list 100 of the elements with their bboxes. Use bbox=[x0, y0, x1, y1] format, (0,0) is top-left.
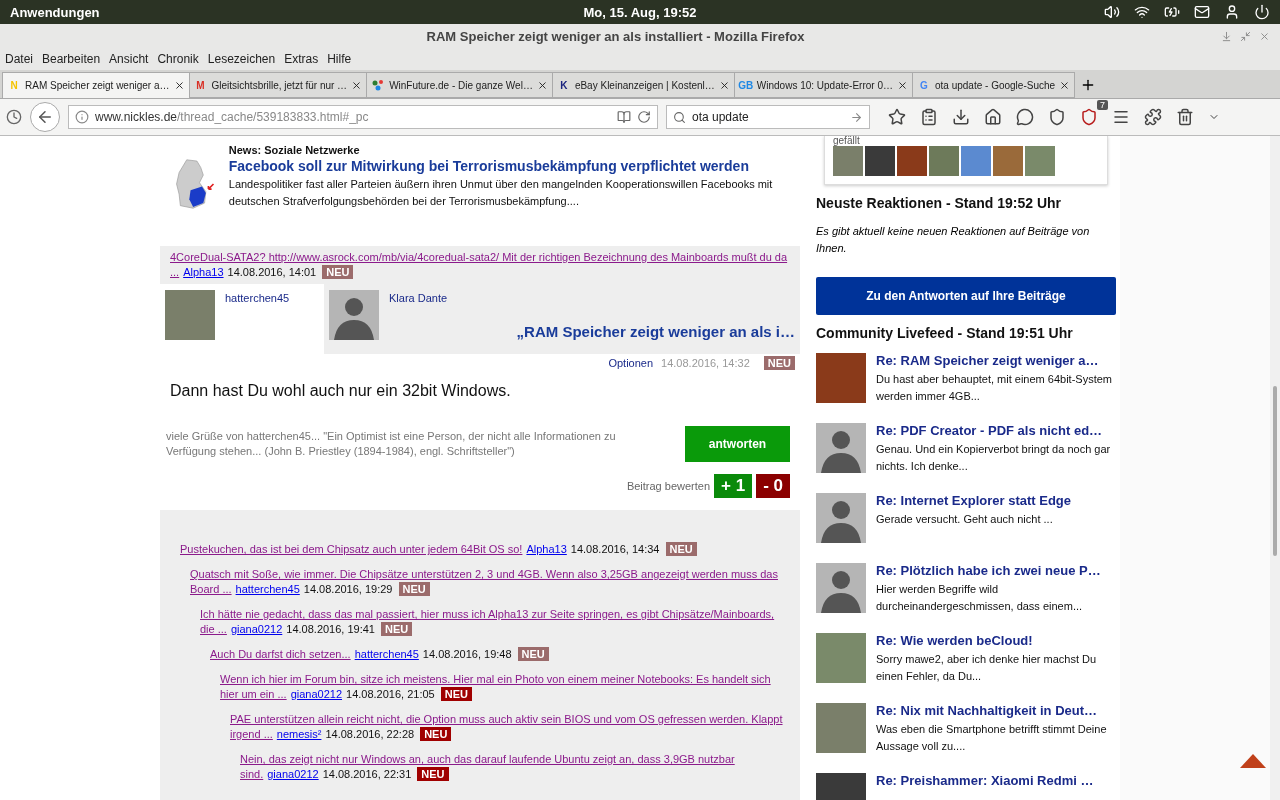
recipient-name[interactable]: Klara Dante bbox=[389, 292, 795, 304]
volume-icon[interactable] bbox=[1104, 4, 1120, 20]
post-title: „RAM Speicher zeigt weniger an als i… bbox=[516, 323, 795, 342]
downvote-button[interactable]: - 0 bbox=[756, 474, 790, 498]
power-icon[interactable] bbox=[1254, 4, 1270, 20]
menu-item[interactable]: Datei bbox=[5, 52, 33, 66]
avatar-silhouette-icon bbox=[816, 563, 866, 613]
menu-item[interactable]: Extras bbox=[284, 52, 319, 66]
shield-icon[interactable] bbox=[1048, 108, 1066, 126]
close-icon[interactable] bbox=[1059, 79, 1071, 91]
news-headline[interactable]: Facebook soll zur Mitwirkung bei Terrorismusbekämpfung verpflichtet werden bbox=[228, 158, 800, 174]
shield-icon[interactable] bbox=[1080, 108, 1098, 126]
photo-placeholder bbox=[865, 146, 895, 176]
url-text[interactable]: www.nickles.de/thread_cache/539183833.html#_pc bbox=[95, 110, 611, 124]
menu-item[interactable]: Lesezeichen bbox=[207, 52, 276, 66]
post-date: 14.08.2016, 14:32 bbox=[661, 357, 750, 369]
url-field[interactable]: www.nickles.de/thread_cache/539183833.html#_pc bbox=[68, 105, 658, 129]
reply-button[interactable]: antworten bbox=[685, 426, 790, 462]
photo-placeholder bbox=[1025, 146, 1055, 176]
favicon-icon: M bbox=[193, 78, 208, 92]
browser-tab[interactable]: WinFuture.de - Die ganze Wel… bbox=[366, 72, 553, 98]
author-link[interactable]: Alpha13 bbox=[526, 543, 567, 555]
author-link[interactable]: giana0212 bbox=[230, 623, 283, 635]
feed-title-link[interactable]: Re: Preishammer: Xiaomi Redmi … bbox=[876, 773, 1116, 788]
new-badge: NEU bbox=[440, 687, 472, 701]
thread-entry[interactable]: Ich hätte nie gedacht, dass das mal passiert, hier muss ich Alpha13 zur Seite springen, es gibt Chipsätze/Mainboards, die ... giana0212 14.08.2016, 19:41 NEU bbox=[200, 607, 790, 637]
download-arrow-icon[interactable] bbox=[1221, 30, 1232, 42]
menu-item[interactable]: Ansicht bbox=[109, 52, 149, 66]
thread-entry[interactable]: PAE unterstützen allein reicht nicht, die Option muss auch aktiv sein BIOS und vom OS gefressen werden. Klappt irgend ... nemesis² 14.08.2016, 22:28 NEU bbox=[230, 712, 790, 742]
answers-button[interactable]: Zu den Antworten auf Ihre Beiträge bbox=[816, 277, 1116, 315]
menu-item[interactable]: Hilfe bbox=[327, 52, 352, 66]
home-icon[interactable] bbox=[984, 108, 1002, 126]
thread-entry[interactable]: 4CoreDual-SATA2? http://www.asrock.com/mb/via/4coredual-sata2/ Mit der richtigen Bezeichnung des Mainboards mußt du da ... Alpha13 14.08.2016, 14:01 NEU bbox=[170, 250, 790, 280]
feed-title-link[interactable]: Re: Internet Explorer statt Edge bbox=[876, 493, 1116, 508]
wifi-icon[interactable] bbox=[1134, 4, 1150, 20]
applications-menu[interactable]: Anwendungen bbox=[10, 4, 584, 20]
browser-tab[interactable]: M Gleitsichtsbrille, jetzt für nur … bbox=[188, 72, 368, 98]
search-field[interactable]: ota update bbox=[666, 105, 870, 129]
clock-icon[interactable] bbox=[6, 109, 22, 125]
thread-entry[interactable]: Quatsch mit Soße, wie immer. Die Chipsätze unterstützen 2, 3 und 4GB. Wenn also 3,25GB angezeigt werden muss das Board ... hatterchen45 14.08.2016, 19:29 NEU bbox=[190, 567, 790, 597]
empty-message: Es gibt aktuell keine neuen Reaktionen auf Beiträge von Ihnen. bbox=[816, 224, 1091, 256]
likes-label: gefällt bbox=[833, 136, 861, 146]
chat-bubble-icon[interactable] bbox=[1016, 108, 1034, 126]
photo-placeholder bbox=[993, 146, 1023, 176]
clipboard-icon[interactable] bbox=[920, 108, 938, 126]
close-icon[interactable] bbox=[173, 80, 185, 91]
author-link[interactable]: giana0212 bbox=[290, 688, 343, 700]
browser-tab[interactable]: GB Windows 10: Update-Error 0… bbox=[733, 72, 913, 98]
browser-tab[interactable]: G ota update - Google-Suche bbox=[912, 72, 1076, 98]
puzzle-icon[interactable] bbox=[1144, 108, 1162, 126]
close-icon[interactable] bbox=[536, 79, 548, 91]
arrow-right-icon[interactable] bbox=[850, 110, 863, 124]
back-button[interactable] bbox=[30, 102, 60, 132]
count-badge: 7 bbox=[1097, 100, 1108, 110]
feed-title-link[interactable]: Re: Wie werden beCloud! bbox=[876, 633, 1116, 648]
thread-entry[interactable]: Wenn ich hier im Forum bin, sitze ich meistens. Hier mal ein Photo von einem meiner Notebooks: Es handelt sich hier um ein ... giana0212 14.08.2016, 21:05 NEU bbox=[220, 672, 790, 702]
reload-icon[interactable] bbox=[637, 110, 651, 124]
reader-view-icon[interactable] bbox=[617, 110, 631, 124]
scroll-top-icon[interactable] bbox=[1240, 754, 1266, 768]
browser-tab[interactable]: K eBay Kleinanzeigen | Kostenl… bbox=[551, 72, 735, 98]
feed-snippet: Du hast aber behauptet, mit einem 64bit-System werden immer 4GB... bbox=[876, 372, 1113, 404]
thread-entry[interactable]: Nein, das zeigt nicht nur Windows an, auch das darauf laufende Ubuntu zeigt an, dass 3,9GB nutzbar sind. giana0212 14.08.2016, 22:31 NEU bbox=[240, 752, 790, 782]
feed-snippet: Was eben die Smartphone betrifft stimmt Deine Aussage voll zu.... bbox=[876, 722, 1108, 754]
search-icon bbox=[673, 110, 686, 124]
star-icon[interactable] bbox=[888, 108, 906, 126]
author-link[interactable]: Alpha13 bbox=[183, 266, 224, 278]
close-icon[interactable] bbox=[897, 79, 908, 91]
scrollbar[interactable] bbox=[1270, 136, 1280, 800]
browser-tab[interactable]: N RAM Speicher zeigt weniger a… bbox=[2, 72, 190, 98]
thread-entry[interactable]: Auch Du darfst dich setzen... hatterchen45 14.08.2016, 19:48 NEU bbox=[210, 647, 790, 662]
user-icon[interactable] bbox=[1224, 4, 1240, 20]
thread-entry[interactable]: Pustekuchen, das ist bei dem Chipsatz auch unter jedem 64Bit OS so! Alpha13 14.08.2016, 14:34 NEU bbox=[180, 542, 790, 557]
menu-icon[interactable] bbox=[1112, 108, 1130, 126]
new-badge: NEU bbox=[420, 727, 452, 741]
feed-snippet: Sorry mawe2, aber ich denke hier machst Du einen Fehler, da Du... bbox=[876, 652, 1098, 684]
feed-title-link[interactable]: Re: RAM Speicher zeigt weniger a… bbox=[876, 353, 1116, 368]
options-link[interactable]: Optionen bbox=[608, 357, 654, 369]
minimize-icon[interactable] bbox=[1240, 30, 1251, 42]
mail-icon[interactable] bbox=[1194, 4, 1210, 20]
section-heading: Community Livefeed - Stand 19:51 Uhr bbox=[816, 325, 1074, 341]
feed-title-link[interactable]: Re: PDF Creator - PDF als nicht ed… bbox=[876, 423, 1116, 438]
author-link[interactable]: hatterchen45 bbox=[354, 648, 419, 660]
close-icon[interactable] bbox=[718, 79, 730, 91]
photo-placeholder bbox=[929, 146, 959, 176]
avatar-silhouette-icon bbox=[816, 423, 866, 473]
info-icon[interactable] bbox=[75, 110, 89, 124]
trash-icon[interactable] bbox=[1176, 108, 1194, 126]
menu-item[interactable]: Bearbeiten bbox=[42, 52, 101, 66]
author-link[interactable]: giana0212 bbox=[267, 768, 319, 780]
new-badge: NEU bbox=[398, 582, 430, 596]
feed-title-link[interactable]: Re: Plötzlich habe ich zwei neue P… bbox=[876, 563, 1116, 578]
download-icon[interactable] bbox=[952, 108, 970, 126]
menu-item[interactable]: Chronik bbox=[157, 52, 199, 66]
close-icon[interactable] bbox=[351, 79, 363, 91]
author-link[interactable]: nemesis² bbox=[276, 728, 322, 740]
battery-icon[interactable] bbox=[1164, 4, 1180, 20]
upvote-button[interactable]: + 1 bbox=[714, 474, 753, 498]
author-link[interactable]: hatterchen45 bbox=[235, 583, 300, 595]
feed-title-link[interactable]: Re: Nix mit Nachhaltigkeit in Deut… bbox=[876, 703, 1116, 718]
author-name[interactable]: hatterchen45 bbox=[225, 292, 290, 348]
